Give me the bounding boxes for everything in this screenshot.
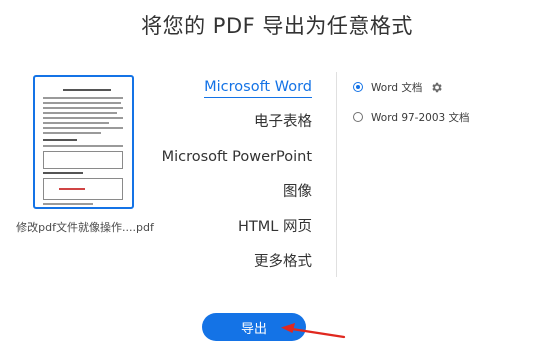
option-word-document[interactable]: Word 文档 — [353, 78, 470, 96]
radio-word-document[interactable] — [353, 82, 363, 92]
option-word-document-label: Word 文档 — [371, 81, 423, 94]
thumbnail-content — [43, 85, 124, 205]
radio-word-97-2003[interactable] — [353, 112, 363, 122]
option-word-97-2003-label: Word 97-2003 文档 — [371, 111, 470, 124]
annotation-arrow — [281, 323, 346, 339]
document-thumbnail[interactable] — [33, 75, 134, 209]
format-divider — [336, 72, 337, 277]
format-spreadsheet[interactable]: 电子表格 — [162, 105, 312, 140]
option-word-97-2003[interactable]: Word 97-2003 文档 — [353, 108, 470, 126]
page-title: 将您的 PDF 导出为任意格式 — [141, 14, 413, 38]
format-microsoft-powerpoint[interactable]: Microsoft PowerPoint — [162, 140, 312, 175]
file-name: 修改pdf文件就像操作....pdf — [16, 221, 154, 234]
format-list: Microsoft Word 电子表格 Microsoft PowerPoint… — [162, 70, 312, 280]
format-microsoft-word[interactable]: Microsoft Word — [162, 70, 312, 105]
word-options: Word 文档 Word 97-2003 文档 — [353, 78, 470, 138]
format-html-web-page[interactable]: HTML 网页 — [162, 210, 312, 245]
gear-icon[interactable] — [430, 81, 443, 94]
format-image[interactable]: 图像 — [162, 175, 312, 210]
format-more-formats[interactable]: 更多格式 — [162, 245, 312, 280]
